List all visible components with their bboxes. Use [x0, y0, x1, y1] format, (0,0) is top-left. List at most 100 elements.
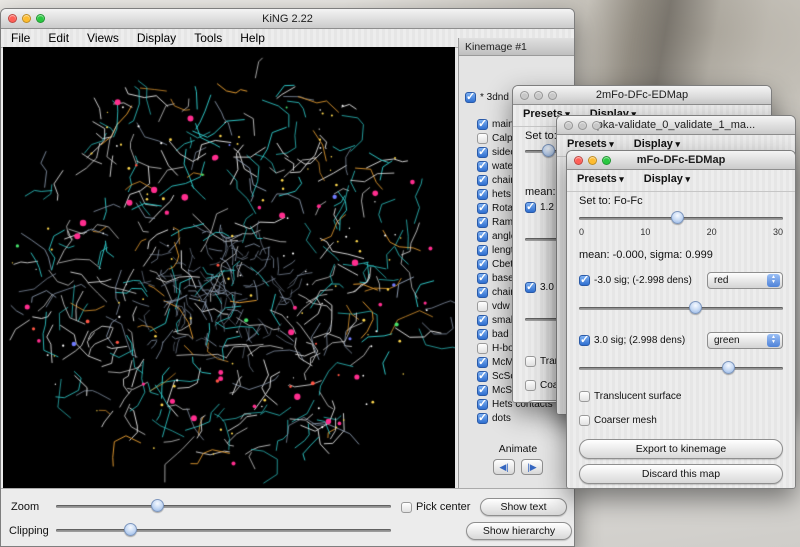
- menu-file[interactable]: File: [11, 31, 30, 45]
- close-button[interactable]: [574, 156, 583, 165]
- translucent-checkbox[interactable]: [525, 356, 536, 367]
- checkbox[interactable]: [477, 301, 488, 312]
- contour-checkbox[interactable]: [525, 282, 536, 293]
- edmap-mfo-titlebar[interactable]: mFo-DFc-EDMap: [567, 151, 795, 170]
- minimize-button[interactable]: [588, 156, 597, 165]
- zoom-button[interactable]: [592, 121, 601, 130]
- discard-map-button[interactable]: Discard this map: [579, 464, 783, 484]
- checkbox[interactable]: [477, 189, 488, 200]
- checkbox[interactable]: [477, 329, 488, 340]
- neg-contour-checkbox[interactable]: [579, 275, 590, 286]
- level-slider-thumb[interactable]: [542, 144, 555, 157]
- zoom-slider-track[interactable]: [56, 505, 391, 508]
- neg-contour-slider-thumb[interactable]: [689, 301, 702, 314]
- pos-contour-slider-thumb[interactable]: [722, 361, 735, 374]
- tick-label: 10: [640, 227, 650, 237]
- checkbox[interactable]: [477, 413, 488, 424]
- checkbox[interactable]: [477, 231, 488, 242]
- checkbox[interactable]: [477, 259, 488, 270]
- zoom-button[interactable]: [36, 14, 45, 23]
- minimize-button[interactable]: [22, 14, 31, 23]
- sidebar-item[interactable]: dots: [465, 411, 571, 425]
- checkbox[interactable]: [477, 119, 488, 130]
- show-text-button[interactable]: Show text: [480, 498, 567, 516]
- pos-color-select[interactable]: green: [707, 332, 783, 349]
- window-controls: [567, 156, 618, 165]
- checkbox[interactable]: [477, 175, 488, 186]
- coarser-mesh-checkbox[interactable]: [579, 415, 590, 426]
- checkbox[interactable]: [477, 385, 488, 396]
- presets-menu[interactable]: Presets: [577, 173, 624, 185]
- checkbox[interactable]: [477, 133, 488, 144]
- set-to-label: Set to:: [525, 130, 557, 142]
- checkbox[interactable]: [477, 217, 488, 228]
- export-kinemage-button[interactable]: Export to kinemage: [579, 439, 783, 459]
- checkbox[interactable]: [477, 371, 488, 382]
- coarser-mesh-checkbox[interactable]: [525, 380, 536, 391]
- close-button[interactable]: [564, 121, 573, 130]
- neg-contour-label: -3.0 sig; (-2.998 dens): [594, 275, 692, 286]
- divider: [567, 191, 795, 192]
- pos-contour-slider[interactable]: [579, 361, 783, 375]
- translucent-row[interactable]: Translucent surface: [579, 391, 783, 402]
- clipping-slider-track[interactable]: [56, 529, 391, 532]
- presets-menu[interactable]: Presets: [567, 138, 614, 150]
- display-menu[interactable]: Display: [634, 138, 680, 150]
- contour-checkbox[interactable]: [525, 202, 536, 213]
- zoom-label: Zoom: [11, 501, 39, 513]
- menu-help[interactable]: Help: [240, 31, 265, 45]
- edmap-2mfo-titlebar[interactable]: 2mFo-DFc-EDMap: [513, 86, 771, 105]
- checkbox[interactable]: [465, 92, 476, 103]
- kinemage-panel-header[interactable]: Kinemage #1: [459, 38, 575, 56]
- checkbox[interactable]: [477, 245, 488, 256]
- show-hierarchy-button[interactable]: Show hierarchy: [466, 522, 572, 540]
- zoom-slider[interactable]: [56, 499, 391, 513]
- checkbox[interactable]: [477, 147, 488, 158]
- checkbox[interactable]: [477, 343, 488, 354]
- king-titlebar[interactable]: KiNG 2.22: [1, 9, 574, 29]
- checkbox[interactable]: [477, 399, 488, 410]
- set-to-label: Set to: Fo-Fc: [579, 195, 643, 207]
- minimize-button[interactable]: [534, 91, 543, 100]
- coarser-mesh-row[interactable]: Coarser mesh: [579, 415, 783, 426]
- checkbox[interactable]: [477, 161, 488, 172]
- pos-color-value: green: [714, 335, 740, 346]
- menu-edit[interactable]: Edit: [48, 31, 69, 45]
- level-slider[interactable]: [579, 211, 783, 225]
- menu-views[interactable]: Views: [87, 31, 119, 45]
- pick-center-checkbox[interactable]: [401, 502, 412, 513]
- zoom-button[interactable]: [602, 156, 611, 165]
- pos-contour-checkbox[interactable]: [579, 335, 590, 346]
- pka-validate-titlebar[interactable]: pka-validate_0_validate_1_ma...: [557, 116, 795, 135]
- checkbox[interactable]: [477, 315, 488, 326]
- zoom-button[interactable]: [548, 91, 557, 100]
- pick-center-row[interactable]: Pick center: [401, 501, 470, 513]
- window-title: KiNG 2.22: [1, 13, 574, 25]
- molecule-viewport[interactable]: [3, 47, 455, 491]
- checkbox[interactable]: [477, 273, 488, 284]
- dialog-menus: Presets Display: [567, 138, 680, 150]
- close-button[interactable]: [8, 14, 17, 23]
- dialog-menus: Presets Display: [577, 173, 690, 185]
- animate-controls: Animate ◀| |▶: [465, 443, 571, 475]
- neg-contour-slider[interactable]: [579, 301, 783, 315]
- clipping-slider-thumb[interactable]: [124, 523, 137, 536]
- neg-contour-slider-track[interactable]: [579, 307, 783, 310]
- clipping-slider[interactable]: [56, 523, 391, 537]
- menu-display[interactable]: Display: [137, 31, 176, 45]
- checkbox[interactable]: [477, 357, 488, 368]
- checkbox[interactable]: [477, 287, 488, 298]
- checkbox[interactable]: [477, 203, 488, 214]
- translucent-checkbox[interactable]: [579, 391, 590, 402]
- zoom-slider-thumb[interactable]: [151, 499, 164, 512]
- level-slider-thumb[interactable]: [671, 211, 684, 224]
- neg-color-select[interactable]: red: [707, 272, 783, 289]
- menu-tools[interactable]: Tools: [194, 31, 222, 45]
- animate-next-button[interactable]: |▶: [521, 459, 543, 475]
- pos-contour-slider-track[interactable]: [579, 367, 783, 370]
- display-menu[interactable]: Display: [644, 173, 690, 185]
- minimize-button[interactable]: [578, 121, 587, 130]
- map-stats: mean:: [525, 186, 556, 198]
- close-button[interactable]: [520, 91, 529, 100]
- animate-prev-button[interactable]: ◀|: [493, 459, 515, 475]
